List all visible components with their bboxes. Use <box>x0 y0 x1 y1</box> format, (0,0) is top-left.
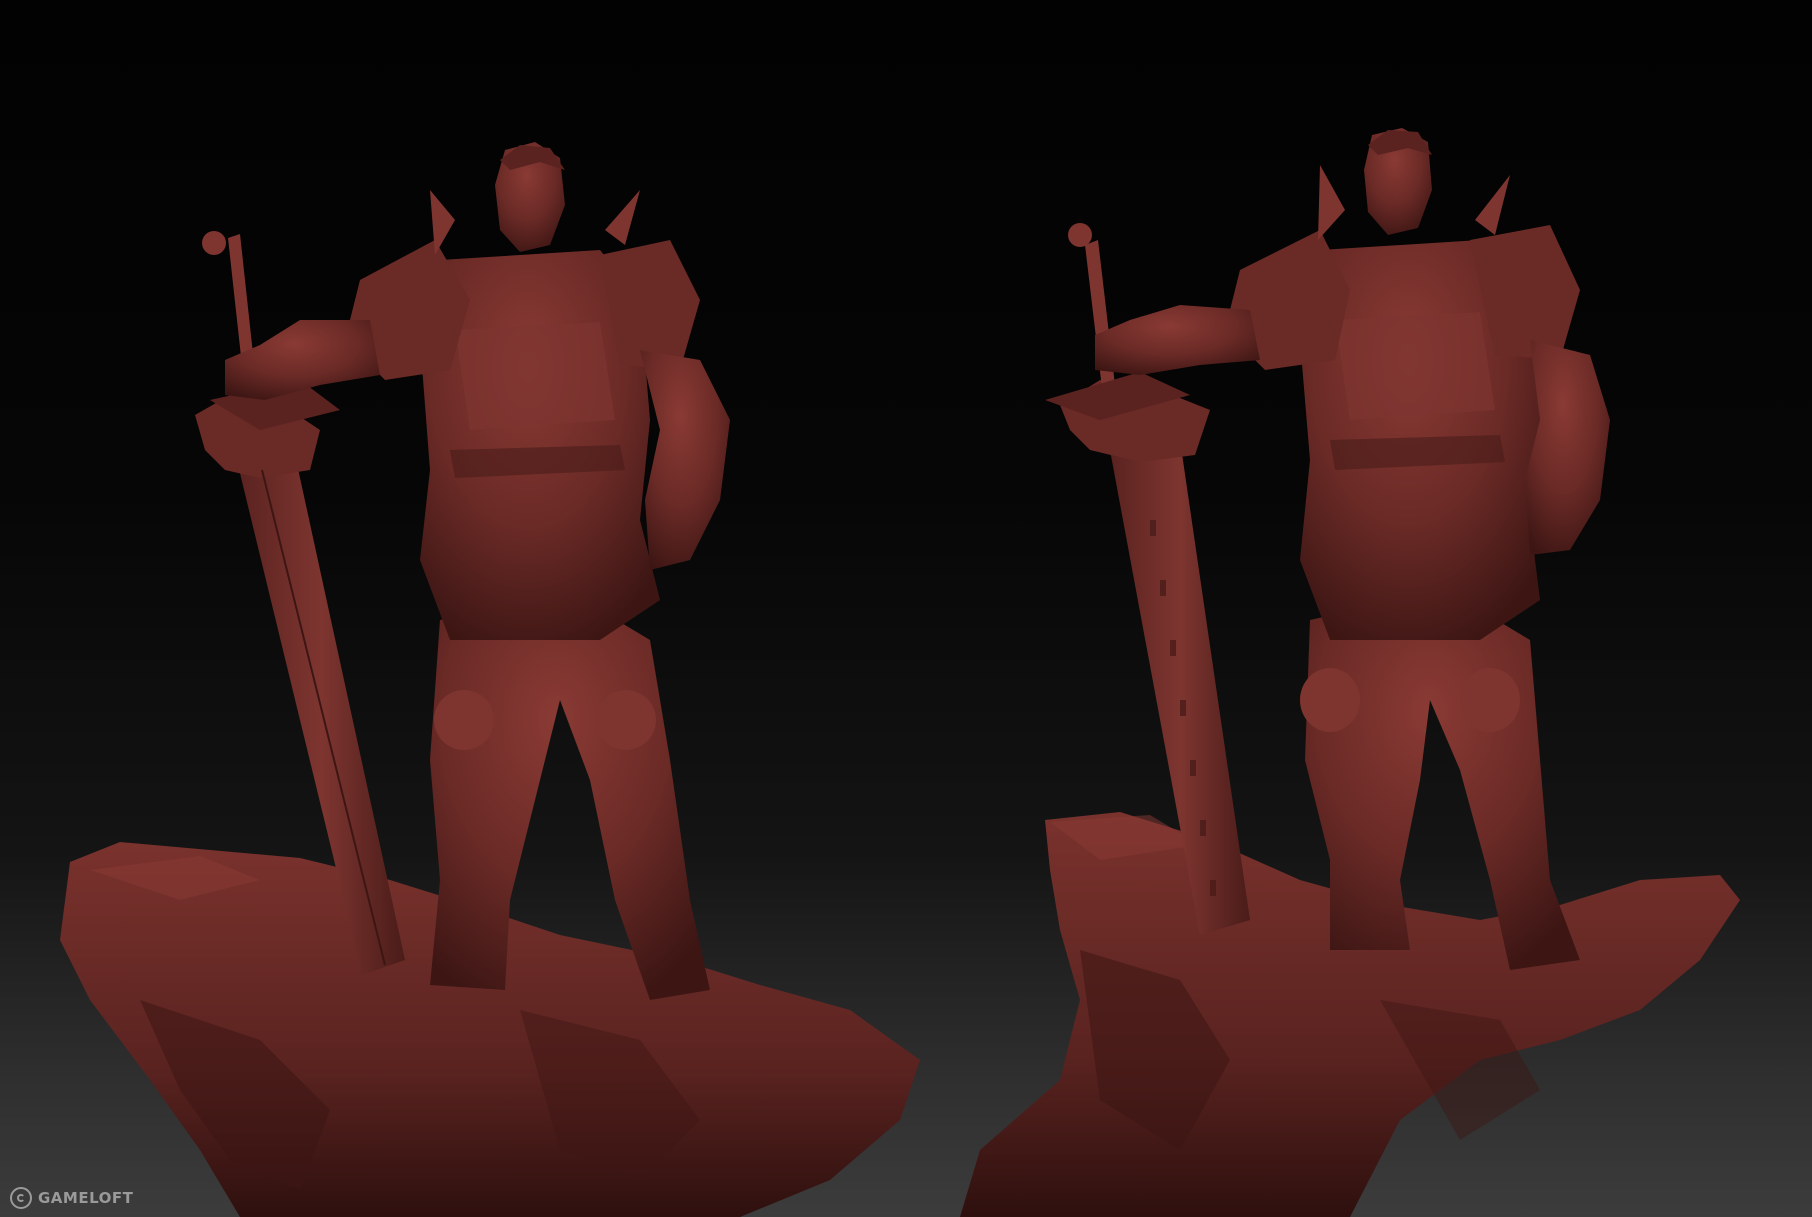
arm-right-left <box>640 350 730 570</box>
knight-left <box>60 142 920 1217</box>
arm-left-right <box>1095 305 1260 375</box>
knight-right <box>960 128 1740 1217</box>
render-canvas: GAMELOFT <box>0 0 1812 1217</box>
sculpt-scene <box>60 128 1740 1217</box>
gameloft-logo-icon <box>10 1187 32 1209</box>
arm-right-right <box>1525 340 1610 555</box>
watermark-brand: GAMELOFT <box>38 1189 134 1207</box>
gameloft-watermark: GAMELOFT <box>10 1187 133 1209</box>
